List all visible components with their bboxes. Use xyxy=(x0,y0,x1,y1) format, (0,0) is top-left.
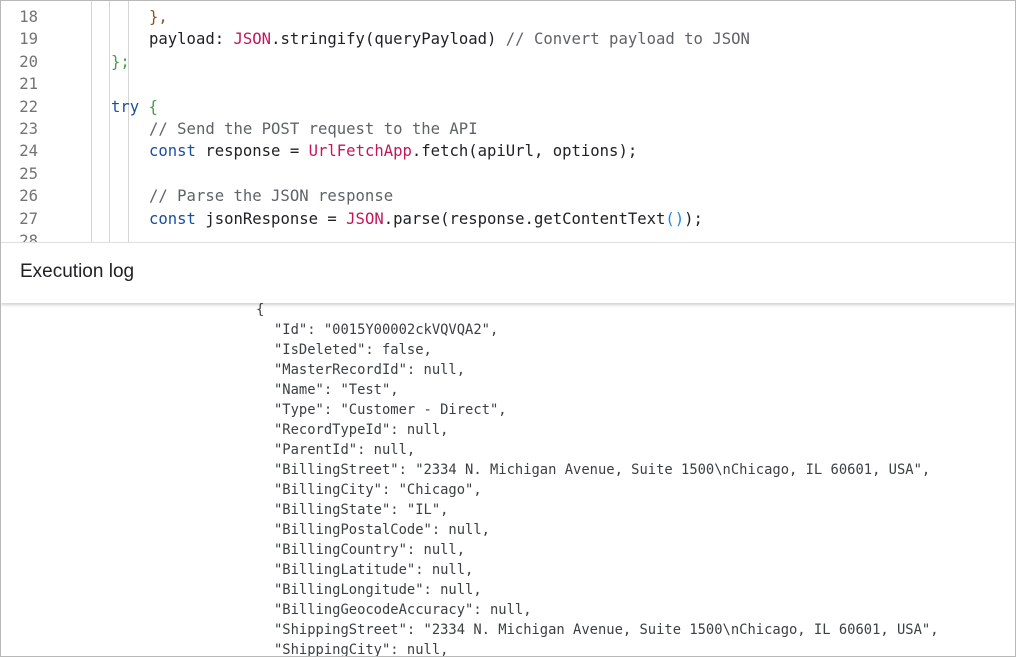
code-text: // Send the POST request to the API xyxy=(149,118,478,140)
code-token: payload: xyxy=(149,30,234,49)
code-text: const response = UrlFetchApp.fetch(apiUr… xyxy=(149,140,637,162)
code-text: payload: JSON.stringify(queryPayload) //… xyxy=(149,28,750,50)
log-line: "BillingStreet": "2334 N. Michigan Avenu… xyxy=(274,462,931,478)
code-token: response = xyxy=(195,142,309,161)
log-line: { xyxy=(256,302,265,318)
code-token: .parse(response.getContentText xyxy=(383,209,666,228)
code-token: // Send the POST request to the API xyxy=(149,120,478,138)
line-number: 19 xyxy=(19,30,38,49)
log-line: "Type": "Customer - Direct", xyxy=(274,402,507,418)
log-line: "MasterRecordId": null, xyxy=(274,362,466,378)
code-line: 24 const response = UrlFetchApp.fetch(api… xyxy=(1,140,1015,162)
log-line: "BillingPostalCode": null, xyxy=(274,522,490,538)
log-line: "BillingLongitude": null, xyxy=(274,582,482,598)
log-line: "BillingCity": "Chicago", xyxy=(274,482,482,498)
code-token: .stringify(queryPayload) xyxy=(271,30,506,49)
code-token: JSON xyxy=(233,30,272,49)
log-line: "BillingLatitude": null, xyxy=(274,562,474,578)
line-number: 23 xyxy=(19,120,38,138)
log-line: "BillingCountry": null, xyxy=(274,542,466,558)
code-text: try { xyxy=(111,96,158,118)
log-line: "ParentId": null, xyxy=(274,442,416,458)
code-line: 22 try { xyxy=(1,96,1015,118)
code-token: // Convert payload to JSON xyxy=(505,30,750,49)
code-editor[interactable]: 18}, 19 payload: JSON.stringify(queryPaylo… xyxy=(1,1,1015,243)
code-token: () xyxy=(665,209,685,228)
line-number: 18 xyxy=(19,8,38,26)
code-line: 18}, xyxy=(1,6,1015,28)
code-text: }; xyxy=(111,51,130,73)
execution-log-header: Execution log xyxy=(1,242,1015,303)
execution-log-output[interactable]: { "Id": "0015Y00002ckVQVQA2", "IsDeleted":… xyxy=(1,302,1015,656)
code-token: { xyxy=(139,97,158,116)
code-token: jsonResponse = xyxy=(195,209,347,228)
line-number: 20 xyxy=(19,52,38,71)
code-line: 25 xyxy=(1,163,1015,185)
line-number: 26 xyxy=(19,187,38,206)
code-token: .fetch(apiUrl, options); xyxy=(411,142,638,161)
code-line: 26 // Parse the JSON response xyxy=(1,185,1015,207)
log-line: "Name": "Test", xyxy=(274,382,399,398)
log-line: "BillingGeocodeAccuracy": null, xyxy=(274,602,532,618)
apps-script-window: 18}, 19 payload: JSON.stringify(queryPaylo… xyxy=(0,0,1016,657)
log-line: "RecordTypeId": null, xyxy=(274,422,449,438)
log-line: "ShippingStreet": "2334 N. Michigan Aven… xyxy=(274,622,939,638)
code-text: // Parse the JSON response xyxy=(149,185,393,207)
code-token: const xyxy=(149,209,196,228)
line-number: 24 xyxy=(19,142,38,161)
code-line: 27 const jsonResponse = JSON.parse(respon… xyxy=(1,208,1015,230)
line-number: 22 xyxy=(19,97,38,116)
code-line: 23 // Send the POST request to the API xyxy=(1,118,1015,140)
code-token: const xyxy=(149,142,196,161)
log-line: "Id": "0015Y00002ckVQVQA2", xyxy=(274,322,499,338)
code-text: const jsonResponse = JSON.parse(response… xyxy=(149,208,703,230)
code-token: // Parse the JSON response xyxy=(149,187,394,206)
code-line: 20}; xyxy=(1,51,1015,73)
log-line: "IsDeleted": false, xyxy=(274,342,432,358)
line-number: 21 xyxy=(19,75,38,94)
log-line: "ShippingCity": null, xyxy=(274,642,449,656)
line-number: 25 xyxy=(19,164,38,183)
code-line: 19 payload: JSON.stringify(queryPayload) … xyxy=(1,28,1015,50)
log-line: "BillingState": "IL", xyxy=(274,502,449,518)
code-token: ); xyxy=(684,209,703,228)
code-text: }, xyxy=(149,6,168,28)
code-token: JSON xyxy=(346,209,384,228)
code-token: UrlFetchApp xyxy=(308,142,412,161)
line-number: 27 xyxy=(19,209,38,228)
code-token: }; xyxy=(111,52,130,71)
code-line: 21 xyxy=(1,73,1015,95)
code-token: try xyxy=(111,97,140,116)
code-token: }, xyxy=(149,8,168,26)
execution-log-title: Execution log xyxy=(20,261,135,282)
